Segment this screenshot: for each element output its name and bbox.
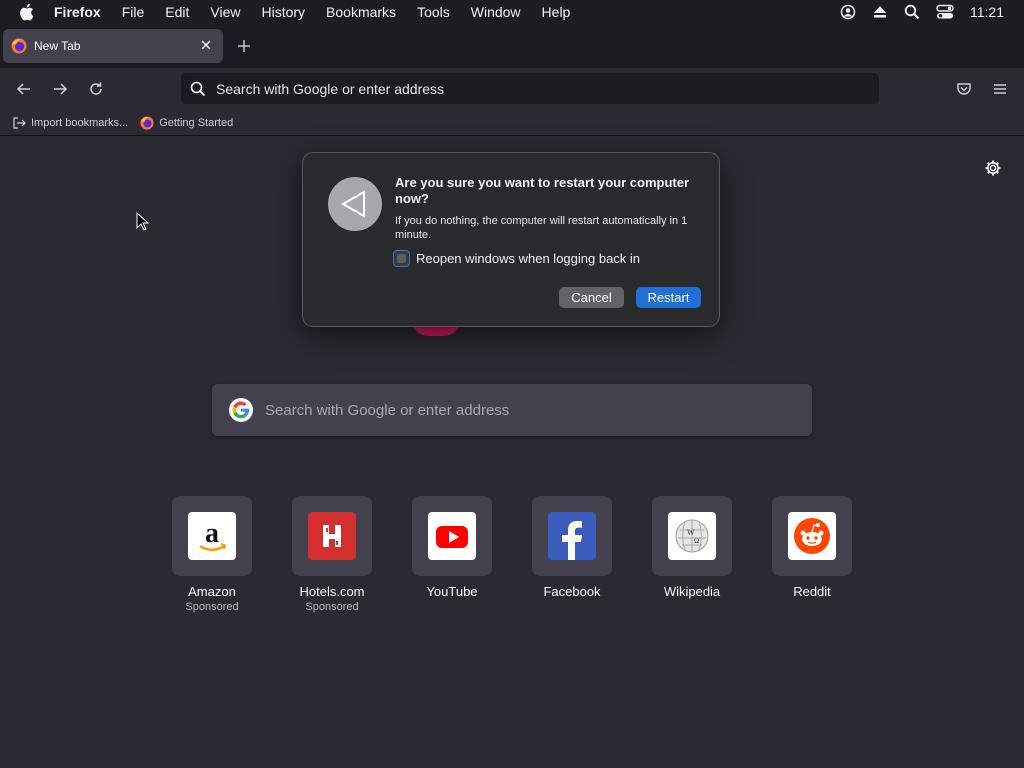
menu-history[interactable]: History [261,4,305,20]
pocket-icon[interactable] [955,80,973,98]
menu-help[interactable]: Help [542,4,571,20]
control-center-icon[interactable] [936,4,954,20]
import-icon [13,116,26,129]
navigation-toolbar: Search with Google or enter address [0,68,1024,110]
tab-strip: New Tab [0,24,1024,68]
reddit-icon [788,512,836,560]
reopen-windows-checkbox[interactable]: Reopen windows when logging back in [393,250,640,267]
google-logo-icon [229,398,253,422]
top-site-amazon-box: a [172,496,252,576]
spotlight-search-icon[interactable] [904,4,920,20]
reload-icon[interactable] [87,80,105,98]
tab-title: New Tab [34,39,81,53]
sponsored-label: Sponsored [185,601,239,613]
menu-edit[interactable]: Edit [165,4,189,20]
bookmarks-toolbar: Import bookmarks... Getting Started [0,110,1024,136]
top-site-wikipedia[interactable]: WΩ Wikipedia [652,496,732,601]
menubar-clock[interactable]: 11:21 [970,4,1004,20]
apple-menu-icon[interactable] [18,0,38,24]
wikipedia-icon: WΩ [668,512,716,560]
top-site-label: Wikipedia [663,584,721,599]
restart-triangle-icon [328,177,382,231]
top-site-reddit[interactable]: Reddit [772,496,852,601]
back-arrow-icon[interactable] [15,80,33,98]
new-tab-search-box[interactable]: Search with Google or enter address [212,384,812,436]
top-site-reddit-box [772,496,852,576]
forward-arrow-icon[interactable] [51,80,69,98]
top-site-hotels-box [292,496,372,576]
top-site-label: Hotels.com [299,584,365,599]
hamburger-menu-icon[interactable] [991,80,1009,98]
svg-text:a: a [205,518,219,549]
firefox-logo-icon [11,38,27,54]
menu-bookmarks[interactable]: Bookmarks [326,4,396,20]
url-bar[interactable]: Search with Google or enter address [181,73,879,104]
menu-window[interactable]: Window [471,4,521,20]
menu-file[interactable]: File [122,4,145,20]
top-site-facebook[interactable]: Facebook [532,496,612,601]
restart-dialog: Are you sure you want to restart your co… [302,152,720,327]
menu-view[interactable]: View [210,4,240,20]
dialog-message: If you do nothing, the computer will res… [395,215,688,241]
cancel-button[interactable]: Cancel [559,287,624,308]
checkbox-box[interactable] [393,250,410,267]
gear-icon[interactable] [984,159,1002,177]
new-tab-plus-icon[interactable] [236,38,252,54]
tab-new-tab[interactable]: New Tab [3,29,223,63]
mouse-cursor-icon [136,211,150,232]
top-site-label: YouTube [426,584,478,599]
top-site-label: Reddit [793,584,831,599]
facebook-icon [548,512,596,560]
svg-text:Ω: Ω [694,537,699,545]
top-site-youtube-box [412,496,492,576]
top-site-wikipedia-box: WΩ [652,496,732,576]
eject-icon[interactable] [872,5,888,19]
top-site-label: Amazon [188,584,236,599]
sponsored-label: Sponsored [305,601,359,613]
top-site-facebook-box [532,496,612,576]
amazon-icon: a [188,512,236,560]
restart-button[interactable]: Restart [636,287,701,308]
macos-menubar: Firefox File Edit View History Bookmarks… [0,0,1024,24]
svg-text:W: W [687,528,695,537]
top-site-label: Facebook [543,584,601,599]
dialog-title: Are you sure you want to restart your co… [395,175,690,206]
user-icon[interactable] [840,4,856,20]
bookmark-import-label: Import bookmarks... [31,116,129,129]
youtube-icon [428,512,476,560]
bookmark-getting-started-label: Getting Started [159,116,234,129]
top-site-amazon[interactable]: a Amazon Sponsored [172,496,252,613]
bookmark-import[interactable]: Import bookmarks... [12,116,128,130]
checkbox-label[interactable]: Reopen windows when logging back in [416,251,640,266]
firefox-logo-icon [140,115,154,130]
top-sites: a Amazon Sponsored Hotels.com Sponsored [172,496,872,626]
url-bar-placeholder: Search with Google or enter address [216,80,445,97]
new-tab-search-placeholder: Search with Google or enter address [265,401,510,419]
search-icon [190,81,206,97]
top-site-youtube[interactable]: YouTube [412,496,492,601]
menu-tools[interactable]: Tools [417,4,450,20]
top-site-hotels[interactable]: Hotels.com Sponsored [292,496,372,613]
menu-app-name[interactable]: Firefox [54,4,101,20]
tab-close-icon[interactable] [199,38,213,52]
hotels-icon [308,512,356,560]
checkbox-dot [397,254,406,263]
bookmark-getting-started[interactable]: Getting Started [140,115,234,130]
